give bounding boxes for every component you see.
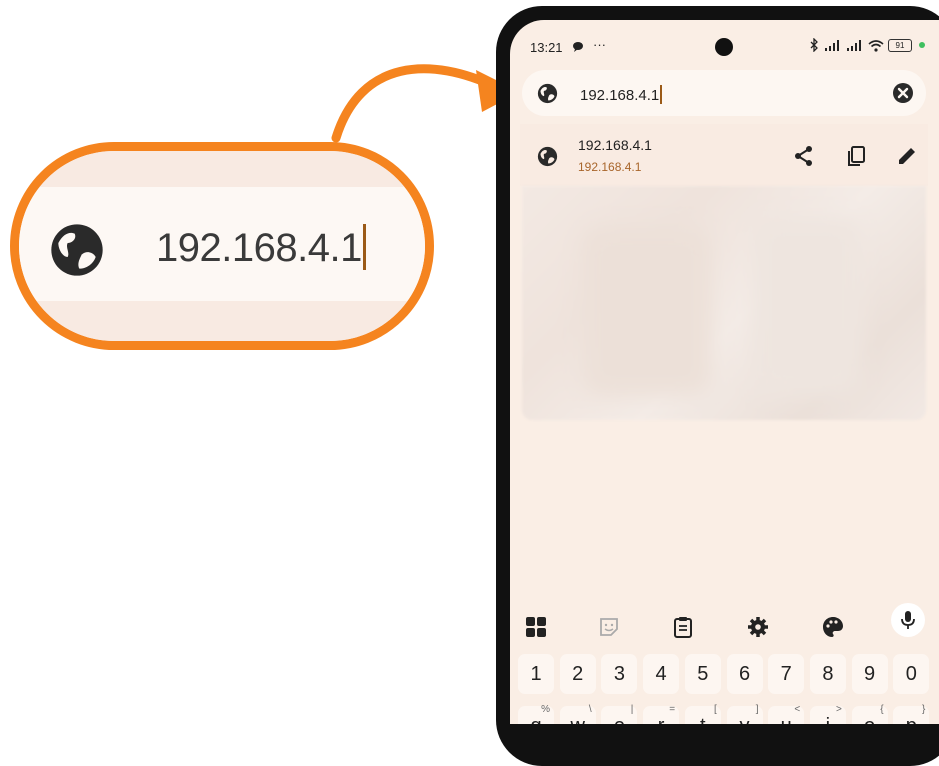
key-label: e xyxy=(614,715,625,724)
key-label: u xyxy=(781,715,792,724)
clipboard-icon[interactable] xyxy=(671,615,695,639)
zoom-callout: 192.168.4.1 xyxy=(10,142,434,350)
key-alt-label: } xyxy=(921,704,926,715)
key-label: t xyxy=(700,715,706,724)
edit-icon[interactable] xyxy=(895,144,919,168)
key-7[interactable]: 7 xyxy=(768,654,805,694)
copy-icon[interactable] xyxy=(844,144,868,168)
privacy-dot xyxy=(919,42,925,48)
status-time: 13:21 xyxy=(530,40,563,55)
key-alt-label: [ xyxy=(714,704,717,715)
text-caret xyxy=(660,85,663,104)
clear-icon[interactable] xyxy=(893,83,913,103)
key-label: p xyxy=(906,715,917,724)
key-5[interactable]: 5 xyxy=(684,654,721,694)
key-label: i xyxy=(826,715,830,724)
key-label: w xyxy=(570,715,584,724)
key-u[interactable]: u< xyxy=(768,704,805,724)
key-8[interactable]: 8 xyxy=(809,654,846,694)
key-alt-label: % xyxy=(541,704,550,715)
globe-icon xyxy=(537,146,558,167)
microphone-icon xyxy=(901,611,915,629)
key-2[interactable]: 2 xyxy=(559,654,596,694)
text-caret xyxy=(362,224,366,270)
wifi-icon xyxy=(868,39,884,52)
key-alt-label: | xyxy=(630,704,634,715)
blurred-content xyxy=(522,186,926,420)
signal-icon-2 xyxy=(847,40,861,51)
palette-icon[interactable] xyxy=(821,615,845,639)
key-e[interactable]: e| xyxy=(601,704,638,724)
battery-indicator: 91 xyxy=(888,38,912,52)
key-alt-label: < xyxy=(794,704,801,715)
key-9[interactable]: 9 xyxy=(851,654,888,694)
globe-icon xyxy=(51,224,103,276)
key-label: q xyxy=(530,715,541,724)
keyboard-toolbar xyxy=(510,605,939,651)
status-more-dots: ··· xyxy=(593,37,606,52)
address-bar[interactable]: 192.168.4.1 xyxy=(522,70,926,116)
key-alt-label: ] xyxy=(755,704,759,715)
phone-screen: 13:21 ··· 91 192.168.4.1 192.168.4.1 192… xyxy=(510,20,939,724)
key-p[interactable]: p} xyxy=(893,704,930,724)
blur-block xyxy=(582,226,712,396)
key-alt-label: \ xyxy=(588,704,592,715)
chat-bubble-icon xyxy=(573,42,583,52)
status-icons: 91 xyxy=(808,38,925,52)
address-input[interactable]: 192.168.4.1 xyxy=(580,85,663,104)
suggestion-row[interactable]: 192.168.4.1 192.168.4.1 xyxy=(520,124,928,186)
gear-icon[interactable] xyxy=(746,615,770,639)
suggestion-url: 192.168.4.1 xyxy=(578,160,642,174)
callout-band-top xyxy=(19,151,425,187)
key-alt-label: > xyxy=(836,704,842,715)
voice-input-button[interactable] xyxy=(891,603,925,637)
key-label: y xyxy=(740,715,750,724)
sticker-icon[interactable] xyxy=(597,615,621,639)
apps-grid-icon[interactable] xyxy=(524,615,548,639)
suggestion-title: 192.168.4.1 xyxy=(578,137,652,153)
key-alt-label: = xyxy=(669,704,676,715)
key-1[interactable]: 1 xyxy=(518,654,554,694)
key-o[interactable]: o{ xyxy=(851,704,888,724)
key-label: o xyxy=(864,715,875,724)
key-3[interactable]: 3 xyxy=(601,654,638,694)
key-6[interactable]: 6 xyxy=(726,654,763,694)
blur-block xyxy=(752,216,862,396)
key-q[interactable]: q% xyxy=(518,704,554,724)
key-4[interactable]: 4 xyxy=(643,654,680,694)
key-alt-label: { xyxy=(880,704,884,715)
key-y[interactable]: y] xyxy=(726,704,763,724)
key-t[interactable]: t[ xyxy=(684,704,721,724)
callout-band-bottom xyxy=(19,301,425,341)
key-0[interactable]: 0 xyxy=(893,654,930,694)
signal-icon xyxy=(825,40,839,51)
globe-icon xyxy=(537,83,558,104)
key-r[interactable]: r= xyxy=(643,704,680,724)
key-i[interactable]: i> xyxy=(809,704,846,724)
bluetooth-icon xyxy=(810,38,818,52)
key-label: r xyxy=(658,715,665,724)
share-icon[interactable] xyxy=(792,144,816,168)
callout-url-text: 192.168.4.1 xyxy=(156,224,366,271)
key-w[interactable]: w\ xyxy=(559,704,596,724)
front-camera xyxy=(715,38,733,56)
